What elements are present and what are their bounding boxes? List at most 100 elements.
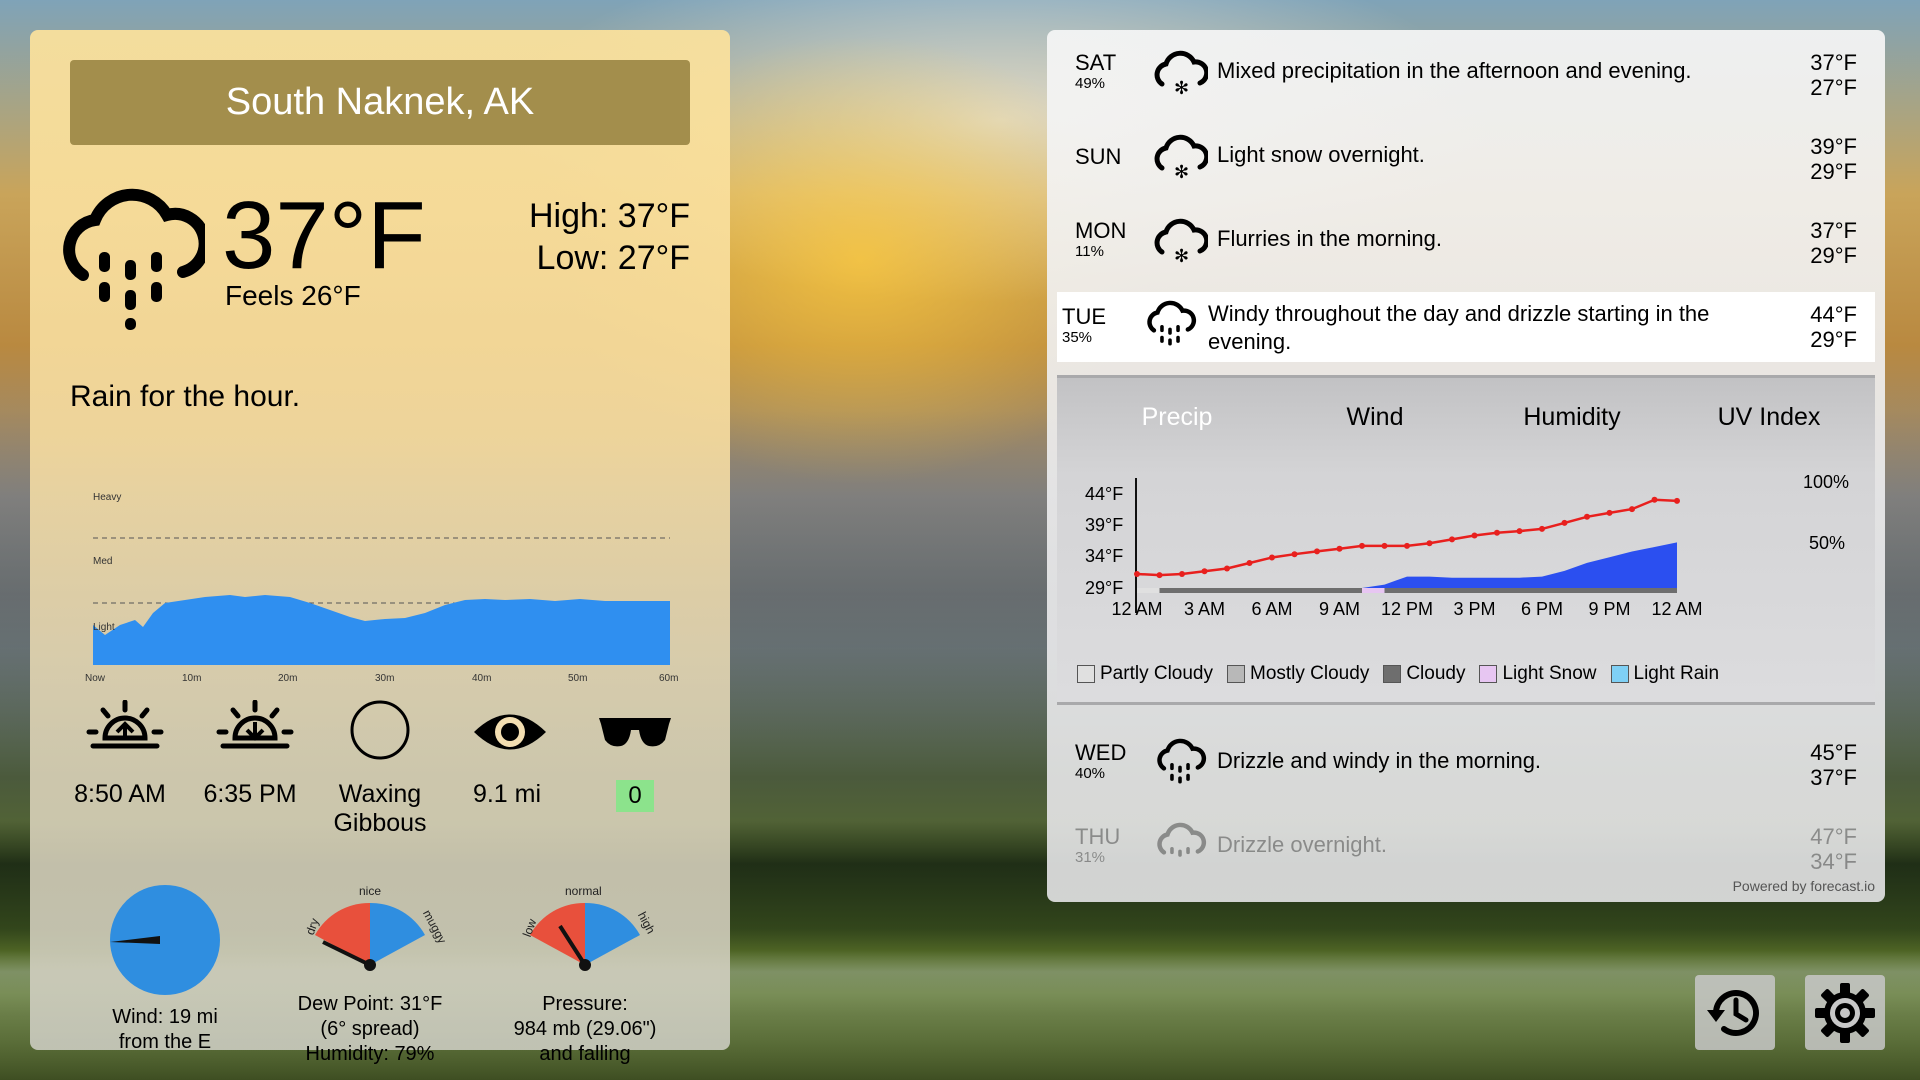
- day-precip-pct: 11%: [1075, 243, 1104, 260]
- day-high: 45°F: [1810, 740, 1857, 765]
- day-row-thu[interactable]: THU 31% Drizzle overnight. 47°F 34°F: [1047, 804, 1885, 884]
- tab-precip[interactable]: Precip: [1077, 403, 1277, 432]
- moon-phase-line1: Waxing: [338, 780, 422, 808]
- legend-swatch: [1077, 665, 1095, 683]
- temperature-point: [1314, 548, 1320, 555]
- y-axis-right: 100% 50%: [1803, 472, 1849, 553]
- minute-axis: Now 10m 20m 30m 40m 50m 60m: [85, 673, 678, 684]
- current-conditions-panel: South Naknek, AK 37°F Feels 26°F High: 3…: [30, 30, 730, 1065]
- level-med: Med: [93, 556, 112, 567]
- tab-humidity[interactable]: Humidity: [1472, 403, 1672, 432]
- legend-partly-cloudy: Partly Cloudy: [1077, 663, 1213, 685]
- temperature-point: [1539, 525, 1545, 532]
- moon-phase-line2: Gibbous: [333, 809, 427, 837]
- pressure-line2: 984 mb (29.06"): [513, 1018, 657, 1040]
- tab-wind[interactable]: Wind: [1275, 403, 1475, 432]
- day-summary: Mixed precipitation in the afternoon and…: [1217, 58, 1692, 83]
- location-title[interactable]: South Naknek, AK: [70, 60, 690, 145]
- temperature-point: [1651, 496, 1658, 503]
- dew-line3: Humidity: 79%: [305, 1043, 435, 1065]
- legend-label: Light Snow: [1502, 663, 1597, 684]
- temperature-point: [1584, 513, 1590, 520]
- day-low: 34°F: [1810, 849, 1857, 874]
- temperature-point: [1516, 528, 1523, 535]
- day-row-sat[interactable]: SAT 49% ✻ Mixed precipitation in the aft…: [1047, 30, 1885, 110]
- dew-readout: Dew Point: 31°F (6° spread) Humidity: 79…: [285, 992, 455, 1067]
- visibility: 9.1 mi: [472, 780, 542, 808]
- day-name: THU: [1075, 824, 1121, 849]
- wind-gauge: [110, 885, 220, 995]
- legend-cloudy: Cloudy: [1383, 663, 1465, 685]
- x-tick-label: 6 PM: [1521, 599, 1563, 619]
- rain-cloud-icon: [1147, 300, 1197, 346]
- low-temp: Low: 27°F: [536, 239, 690, 277]
- condition-bar: [1137, 588, 1677, 593]
- history-button[interactable]: [1695, 975, 1775, 1050]
- temperature-point: [1426, 540, 1433, 547]
- y-tick-100pct: 100%: [1803, 472, 1849, 492]
- legend-label: Light Rain: [1633, 663, 1720, 684]
- moon-phase-icon: [350, 700, 410, 760]
- day-row-wed[interactable]: WED 40% Drizzle and windy in the morning…: [1047, 720, 1885, 800]
- x-tick-label: 3 PM: [1453, 599, 1495, 619]
- current-temperature: 37°F: [222, 182, 426, 289]
- day-summary: Drizzle overnight.: [1217, 832, 1387, 857]
- legend-label: Mostly Cloudy: [1250, 663, 1370, 684]
- temperature-point: [1449, 536, 1455, 543]
- y-tick-44: 44°F: [1085, 484, 1123, 504]
- sunrise-time: 8:50 AM: [74, 780, 166, 808]
- day-summary: Flurries in the morning.: [1217, 226, 1442, 251]
- feels-like: Feels 26°F: [225, 280, 361, 311]
- day-precip-pct: 40%: [1075, 765, 1106, 782]
- temperature-point: [1674, 497, 1680, 504]
- tick-10m: 10m: [182, 673, 201, 684]
- legend-swatch: [1227, 665, 1245, 683]
- day-row-tue-selected[interactable]: TUE 35% Windy throughout the day and dri…: [1057, 292, 1875, 362]
- dew-line1: Dew Point: 31°F: [297, 993, 443, 1015]
- day-summary-line1: Windy throughout the day and drizzle sta…: [1208, 301, 1710, 326]
- day-name: SUN: [1075, 144, 1122, 169]
- eye-icon: [474, 714, 546, 750]
- pressure-gauge: low normal high: [520, 884, 658, 971]
- history-icon: [1707, 989, 1759, 1036]
- temperature-point: [1224, 565, 1230, 572]
- dew-label-muggy: muggy: [420, 907, 445, 945]
- x-tick-label: 12 PM: [1381, 599, 1433, 619]
- condition-legend: Partly Cloudy Mostly Cloudy Cloudy Light…: [1077, 663, 1719, 685]
- y-tick-34: 34°F: [1085, 546, 1123, 566]
- uv-index: 0: [570, 780, 700, 812]
- y-tick-39: 39°F: [1085, 515, 1123, 535]
- legend-mostly-cloudy: Mostly Cloudy: [1227, 663, 1369, 685]
- day-high: 39°F: [1810, 134, 1857, 159]
- tab-uv-index[interactable]: UV Index: [1669, 403, 1869, 432]
- y-axis-left: 44°F 39°F 34°F 29°F: [1085, 484, 1123, 598]
- sunglasses-icon: [599, 718, 671, 747]
- powered-by[interactable]: Powered by forecast.io: [1733, 878, 1875, 894]
- legend-label: Cloudy: [1406, 663, 1466, 684]
- daily-forecast-panel: SAT 49% ✻ Mixed precipitation in the aft…: [1047, 30, 1885, 902]
- day-row-sun[interactable]: SUN ✻ Light snow overnight. 39°F 29°F: [1047, 114, 1885, 194]
- temperature-point: [1381, 542, 1388, 549]
- temperature-point: [1471, 532, 1478, 539]
- day-row-mon[interactable]: MON 11% ✻ Flurries in the morning. 37°F …: [1047, 198, 1885, 278]
- day-precip-pct: 35%: [1062, 329, 1093, 346]
- high-low: High: 37°F Low: 27°F: [529, 195, 690, 279]
- temperature-point: [1201, 568, 1208, 575]
- rain-cloud-icon: [63, 188, 205, 330]
- legend-label: Partly Cloudy: [1100, 663, 1213, 684]
- temp-precip-chart: 44°F 39°F 34°F 29°F 100% 50% 12 AM 3 AM 6 …: [1085, 472, 1849, 619]
- day-summary-line2: evening.: [1208, 329, 1292, 354]
- day-high: 47°F: [1810, 824, 1857, 849]
- day-low: 29°F: [1810, 159, 1857, 184]
- level-heavy: Heavy: [93, 492, 121, 503]
- day-temps: 39°F 29°F: [1810, 134, 1857, 184]
- x-tick-label: 9 AM: [1319, 599, 1360, 619]
- settings-button[interactable]: [1805, 975, 1885, 1050]
- temperature-point: [1606, 509, 1613, 516]
- x-tick-label: 6 AM: [1251, 599, 1292, 619]
- day-temps: 47°F 34°F: [1810, 824, 1857, 874]
- tick-50m: 50m: [568, 673, 587, 684]
- day-low: 29°F: [1810, 243, 1857, 268]
- temperature-point: [1629, 506, 1635, 513]
- day-detail-chart: Precip Wind Humidity UV Index 44°F 39°F …: [1057, 375, 1875, 705]
